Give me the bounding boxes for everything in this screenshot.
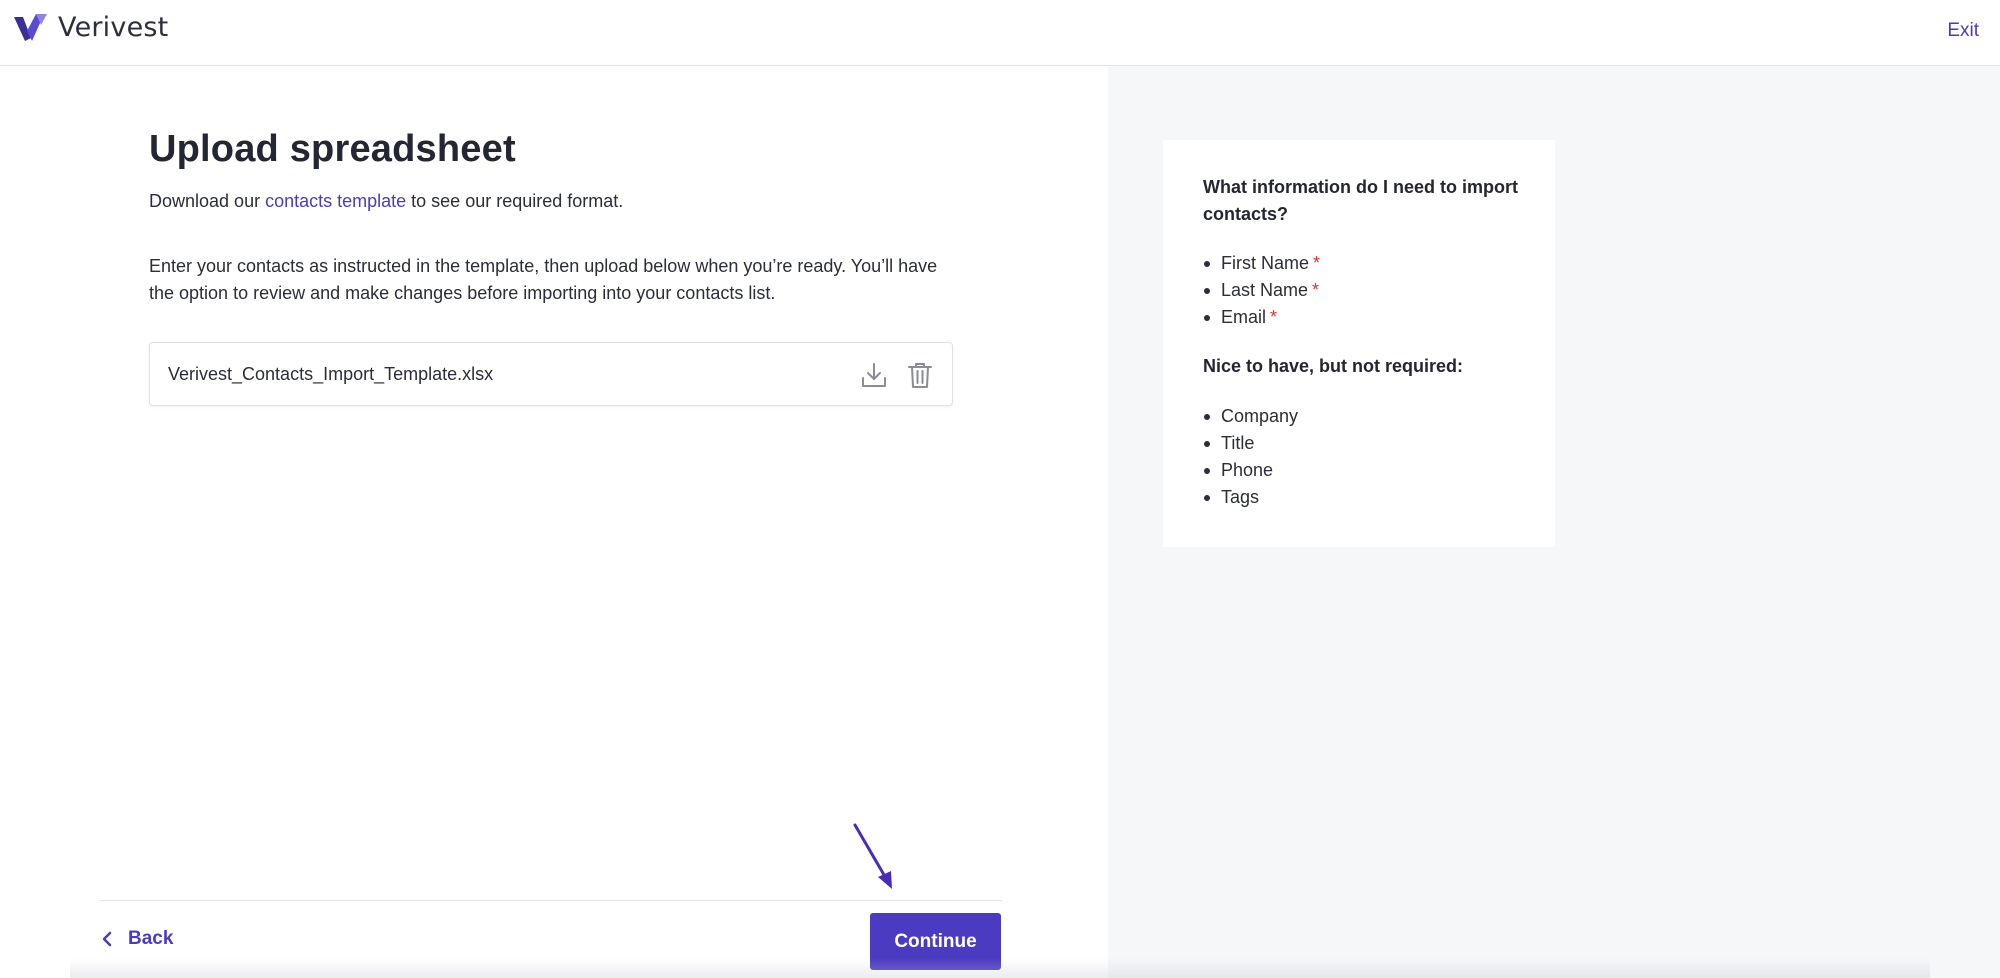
required-field-label: First Name [1221, 253, 1310, 273]
download-icon [862, 363, 886, 387]
required-field-label: Last Name [1221, 280, 1309, 300]
intro-prefix: Download our [149, 191, 266, 211]
instructions-text: Enter your contacts as instructed in the… [149, 256, 938, 303]
list-item: Title [1203, 430, 1298, 457]
file-name: Verivest_Contacts_Import_Template.xlsx [168, 364, 494, 384]
file-actions [858, 359, 936, 391]
brand-name: Verivest [58, 12, 169, 43]
intro-text: Download our contacts template to see ou… [149, 191, 623, 212]
uploaded-file-card: Verivest_Contacts_Import_Template.xlsx [149, 342, 953, 406]
arrow-pointer-icon [853, 823, 892, 889]
brand-logo[interactable]: Verivest [14, 12, 168, 43]
optional-fields-list: Company Title Phone Tags [1203, 403, 1298, 511]
required-field-label: Email [1221, 307, 1267, 327]
info-title: What information do I need to import con… [1203, 177, 1518, 224]
verivest-v-logo-icon [14, 13, 47, 41]
list-item: Last Name * [1203, 277, 1320, 304]
list-item: Email * [1203, 304, 1320, 331]
delete-file-button[interactable] [904, 359, 936, 391]
list-item: First Name * [1203, 250, 1320, 277]
top-bar: Verivest Exit [0, 0, 2000, 66]
required-marker: * [1270, 307, 1278, 327]
chevron-left-icon [102, 931, 112, 947]
page-title: Upload spreadsheet [149, 128, 516, 170]
back-button[interactable]: Back [100, 928, 173, 950]
back-label: Back [128, 928, 174, 949]
contacts-template-link[interactable]: contacts template [265, 191, 406, 211]
intro-suffix: to see our required format. [406, 191, 624, 211]
required-marker: * [1313, 253, 1321, 273]
list-item: Tags [1203, 484, 1298, 511]
trash-icon [908, 363, 932, 388]
list-item: Phone [1203, 457, 1298, 484]
footer-divider [100, 900, 1002, 901]
exit-link[interactable]: Exit [1947, 20, 1979, 42]
required-fields-list: First Name * Last Name * Email * [1203, 250, 1320, 331]
required-marker: * [1312, 280, 1320, 300]
download-button[interactable] [858, 359, 890, 391]
list-item: Company [1203, 403, 1298, 430]
continue-button[interactable]: Continue [870, 913, 1001, 970]
info-card: What information do I need to import con… [1163, 140, 1555, 547]
optional-fields-title: Nice to have, but not required: [1203, 356, 1464, 376]
